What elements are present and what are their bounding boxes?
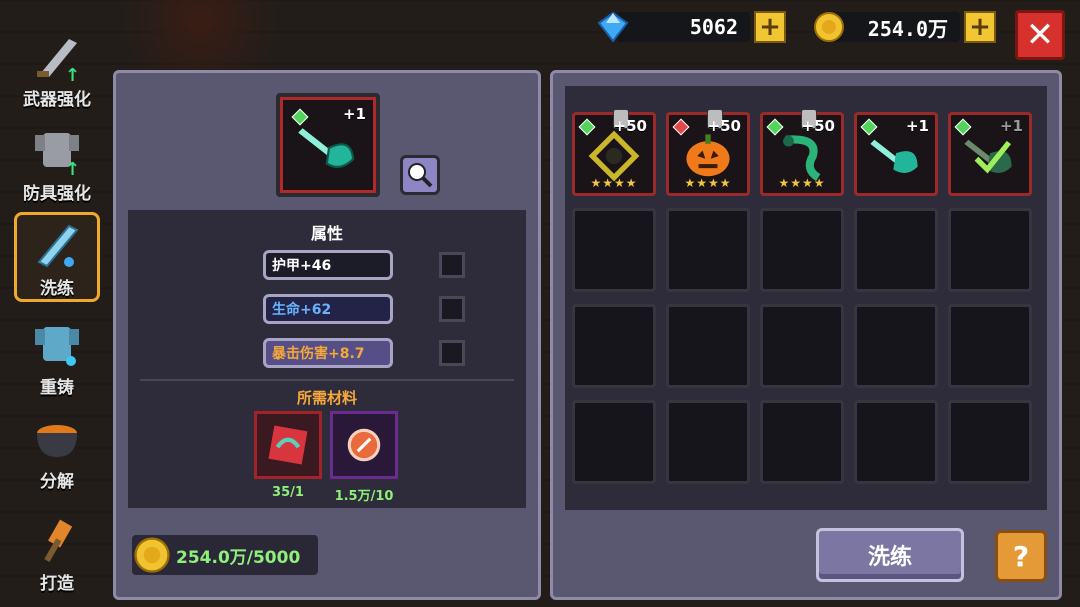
- snake-icon: [783, 135, 821, 182]
- coin-icon: [134, 537, 170, 573]
- empty-inventory-slot[interactable]: [666, 304, 750, 388]
- inspect-button[interactable]: [400, 155, 440, 195]
- sidebar-item-label: 洗练: [40, 279, 74, 299]
- empty-inventory-slot[interactable]: [760, 208, 844, 292]
- sidebar-item-label: 分解: [40, 472, 74, 492]
- sidebar-item-armor-upgrade[interactable]: ↑ 防具强化: [14, 114, 100, 204]
- forge-hammer-icon: [44, 519, 73, 563]
- diamond-counter: 5062 +: [596, 10, 786, 44]
- material-count: 1.5万/10: [334, 489, 394, 504]
- empty-inventory-slot[interactable]: [572, 208, 656, 292]
- help-button[interactable]: ?: [995, 530, 1047, 582]
- attribute-armor: 护甲+46: [263, 250, 393, 280]
- item-stars: ★★★★: [778, 176, 826, 190]
- armor-upgrade-icon: ↑: [35, 133, 80, 179]
- orange-orb-icon: [347, 428, 381, 462]
- empty-inventory-slot[interactable]: [666, 400, 750, 484]
- cyan-weapon-icon: [298, 128, 355, 169]
- empty-inventory-slot[interactable]: [572, 304, 656, 388]
- empty-inventory-slot[interactable]: [854, 400, 938, 484]
- close-button[interactable]: ✕: [1015, 10, 1065, 60]
- magnifier-icon: [408, 163, 433, 188]
- attributes-title: 属性: [310, 224, 343, 243]
- material-count: 35/1: [272, 485, 304, 500]
- inventory-item-green-weapon[interactable]: +1: [948, 112, 1032, 196]
- cyan-weapon-icon: [870, 139, 918, 173]
- sidebar-item-label: 武器强化: [23, 90, 91, 110]
- svg-text:↑: ↑: [65, 159, 80, 179]
- empty-inventory-slot[interactable]: [948, 400, 1032, 484]
- diamond-amount: 5062: [616, 12, 750, 42]
- empty-inventory-slot[interactable]: [948, 208, 1032, 292]
- materials-title: 所需材料: [296, 389, 357, 407]
- refine-sword-icon: [37, 224, 79, 268]
- inventory-item-snake[interactable]: +50 ★★★★: [760, 109, 844, 196]
- empty-inventory-slot[interactable]: [760, 400, 844, 484]
- svg-text:↑: ↑: [65, 65, 80, 85]
- attribute-label: 护甲+46: [272, 258, 332, 274]
- cost-value: 254.0万/5000: [176, 547, 301, 568]
- material-slot-1[interactable]: [254, 411, 322, 479]
- coin-counter: 254.0万 +: [812, 10, 996, 44]
- inventory-item-pumpkin[interactable]: +50 ★★★★: [666, 109, 750, 196]
- pumpkin-icon: [686, 134, 730, 177]
- sidebar-item-decompose[interactable]: 分解: [14, 402, 100, 492]
- empty-inventory-slot[interactable]: [948, 304, 1032, 388]
- empty-inventory-slot[interactable]: [854, 304, 938, 388]
- selected-item-slot[interactable]: +1: [276, 93, 380, 197]
- red-material-icon: [268, 425, 308, 465]
- empty-inventory-slot[interactable]: [572, 400, 656, 484]
- sidebar-item-weapon-upgrade[interactable]: ↑ 武器强化: [14, 20, 100, 110]
- sidebar-item-recast[interactable]: 重铸: [14, 308, 100, 398]
- sidebar-item-forge[interactable]: 打造: [14, 504, 100, 594]
- empty-inventory-slot[interactable]: [666, 208, 750, 292]
- green-weapon-icon: [964, 139, 1012, 174]
- attribute-crit-damage: 暴击伤害+8.7: [263, 338, 393, 368]
- add-diamond-button[interactable]: +: [754, 11, 786, 43]
- empty-inventory-slot[interactable]: [760, 304, 844, 388]
- sidebar-item-label: 打造: [40, 574, 74, 594]
- lock-checkbox-crit[interactable]: [439, 340, 465, 366]
- item-stars: ★★★★: [590, 176, 638, 190]
- item-stars: ★★★★: [684, 176, 732, 190]
- material-slot-2[interactable]: [330, 411, 398, 479]
- refine-button[interactable]: 洗练: [816, 528, 964, 582]
- lock-checkbox-armor[interactable]: [439, 252, 465, 278]
- attribute-label: 暴击伤害+8.7: [272, 346, 365, 362]
- sidebar-item-label: 重铸: [40, 378, 74, 398]
- divider: [140, 379, 514, 381]
- cost-bar: 254.0万/5000: [132, 535, 318, 575]
- coin-icon: [814, 12, 844, 42]
- attribute-hp: 生命+62: [263, 294, 393, 324]
- diamond-icon: [597, 11, 629, 43]
- recast-armor-icon: [35, 327, 79, 366]
- lock-checkbox-hp[interactable]: [439, 296, 465, 322]
- sidebar-item-refine[interactable]: 洗练: [14, 212, 100, 302]
- inventory-item-cyan-weapon[interactable]: +1: [854, 112, 938, 196]
- empty-inventory-slot[interactable]: [854, 208, 938, 292]
- cauldron-icon: [37, 425, 77, 457]
- gold-ring-icon: [588, 130, 640, 182]
- sword-upgrade-icon: ↑: [37, 39, 80, 85]
- sidebar-item-label: 防具强化: [23, 184, 91, 204]
- inventory-item-gold-ring[interactable]: +50 ★★★★: [572, 109, 656, 196]
- coin-amount: 254.0万: [832, 12, 960, 42]
- add-coin-button[interactable]: +: [964, 11, 996, 43]
- attribute-label: 生命+62: [272, 302, 332, 318]
